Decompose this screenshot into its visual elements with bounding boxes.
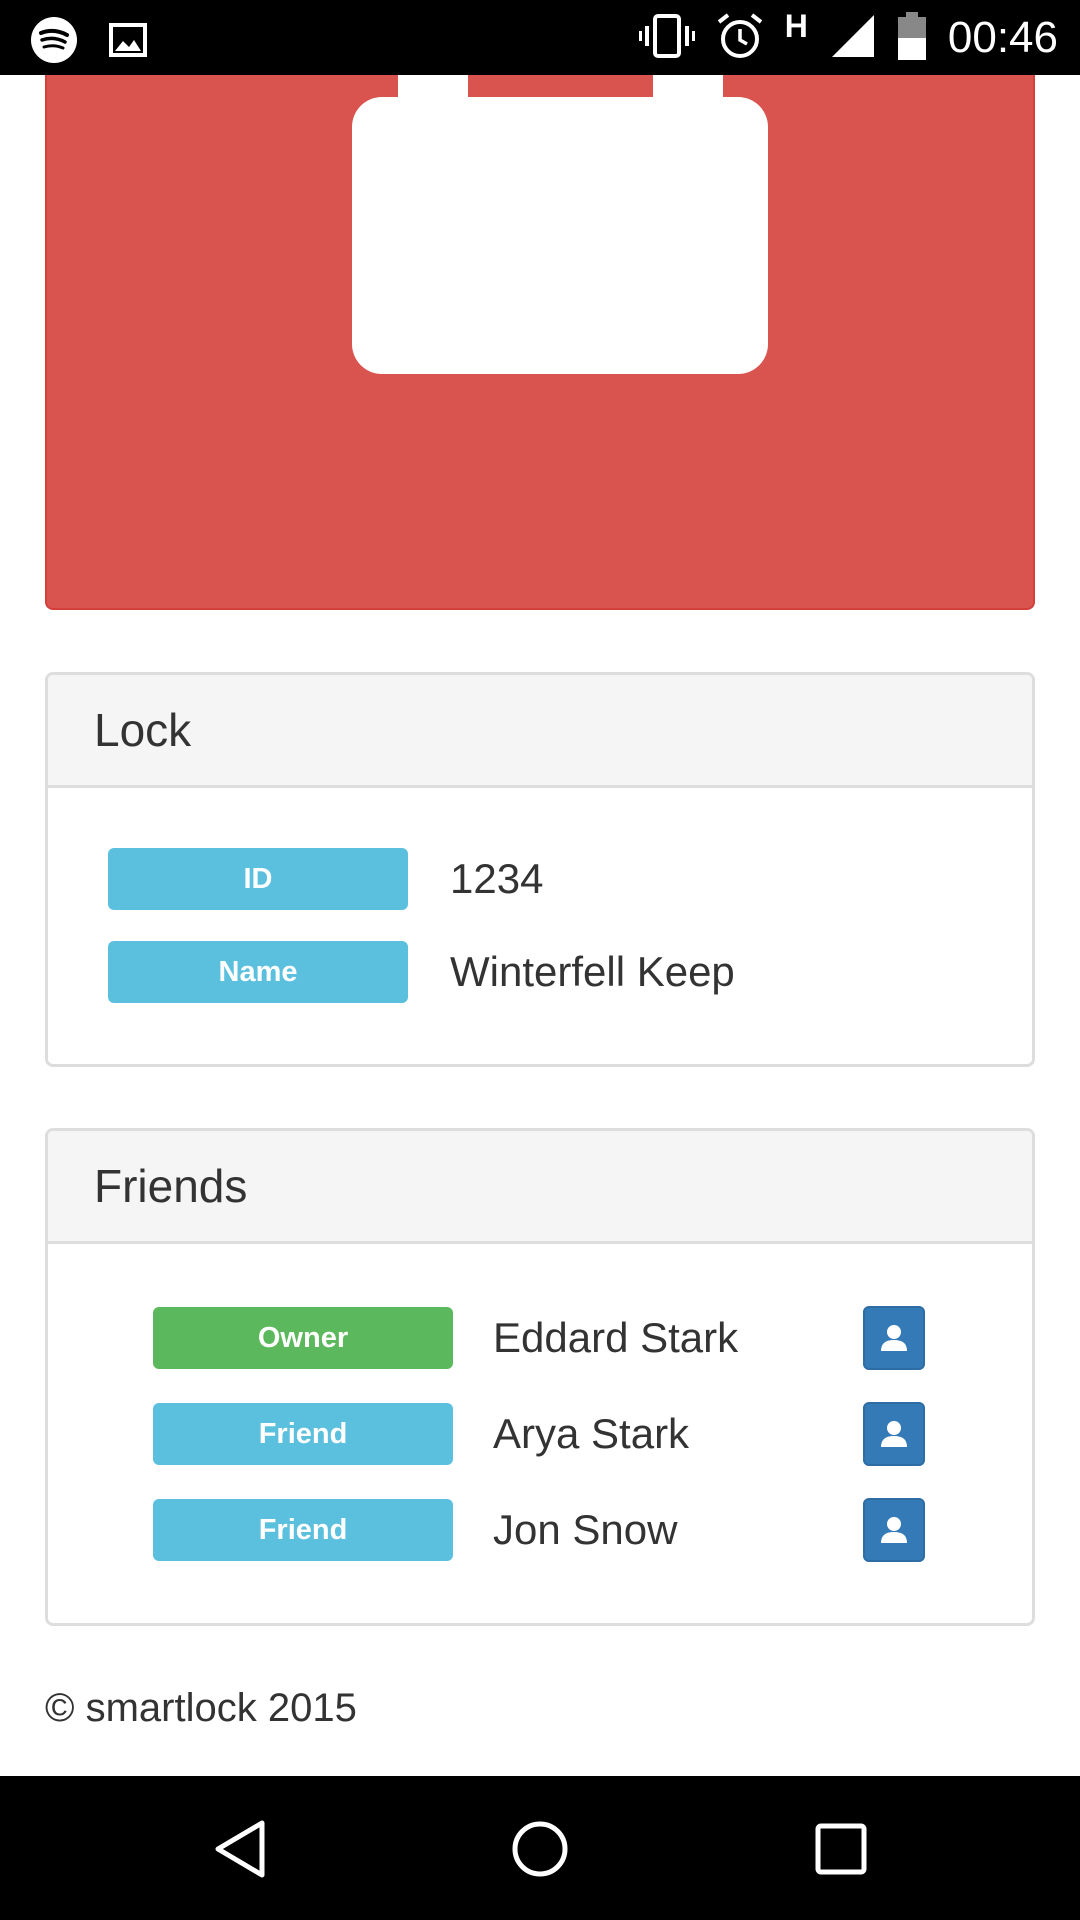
name-value: Winterfell Keep: [450, 948, 735, 995]
lock-panel-heading: Lock: [48, 675, 1032, 788]
id-label: ID: [108, 848, 408, 910]
friends-panel: Friends Owner Eddard Stark Friend Arya S…: [45, 1128, 1035, 1626]
recents-icon[interactable]: [813, 1819, 869, 1884]
lock-panel: Lock ID 1234 Name Winterfell Keep: [45, 672, 1035, 1067]
alarm-icon: [717, 12, 763, 65]
lock-id-row: ID 1234: [108, 848, 543, 910]
friends-panel-heading: Friends: [48, 1131, 1032, 1244]
friend-row: Friend Jon Snow: [153, 1498, 933, 1562]
network-type: H: [784, 7, 808, 44]
role-badge: Friend: [153, 1499, 453, 1561]
footer-copyright: © smartlock 2015: [45, 1686, 357, 1730]
friend-name: Arya Stark: [493, 1410, 690, 1457]
navigation-bar: [0, 1776, 1080, 1920]
signal-icon: [830, 13, 876, 64]
vibrate-icon: [638, 12, 695, 65]
friend-name: Eddard Stark: [493, 1314, 739, 1361]
user-icon: [881, 1325, 907, 1351]
lock-name-row: Name Winterfell Keep: [108, 941, 735, 1003]
clock: 00:46: [947, 13, 1058, 62]
battery-icon: [897, 11, 926, 65]
id-value: 1234: [450, 855, 544, 902]
spotify-icon: [30, 16, 78, 69]
name-label: Name: [108, 941, 408, 1003]
image-icon: [108, 20, 148, 65]
user-profile-button[interactable]: [863, 1402, 925, 1466]
user-icon: [881, 1421, 907, 1447]
status-bar: H 00:46: [0, 0, 1080, 75]
friend-row: Friend Arya Stark: [153, 1402, 933, 1466]
home-icon[interactable]: [510, 1819, 570, 1884]
role-badge: Owner: [153, 1307, 453, 1369]
user-icon: [881, 1517, 907, 1543]
lock-status-banner: [45, 75, 1035, 610]
friends-panel-title: Friends: [94, 1160, 248, 1212]
user-profile-button[interactable]: [863, 1306, 925, 1370]
role-badge: Friend: [153, 1403, 453, 1465]
friend-name: Jon Snow: [493, 1506, 678, 1553]
lock-panel-title: Lock: [94, 704, 192, 756]
back-icon[interactable]: [212, 1819, 268, 1884]
friend-row: Owner Eddard Stark: [153, 1306, 933, 1370]
user-profile-button[interactable]: [863, 1498, 925, 1562]
